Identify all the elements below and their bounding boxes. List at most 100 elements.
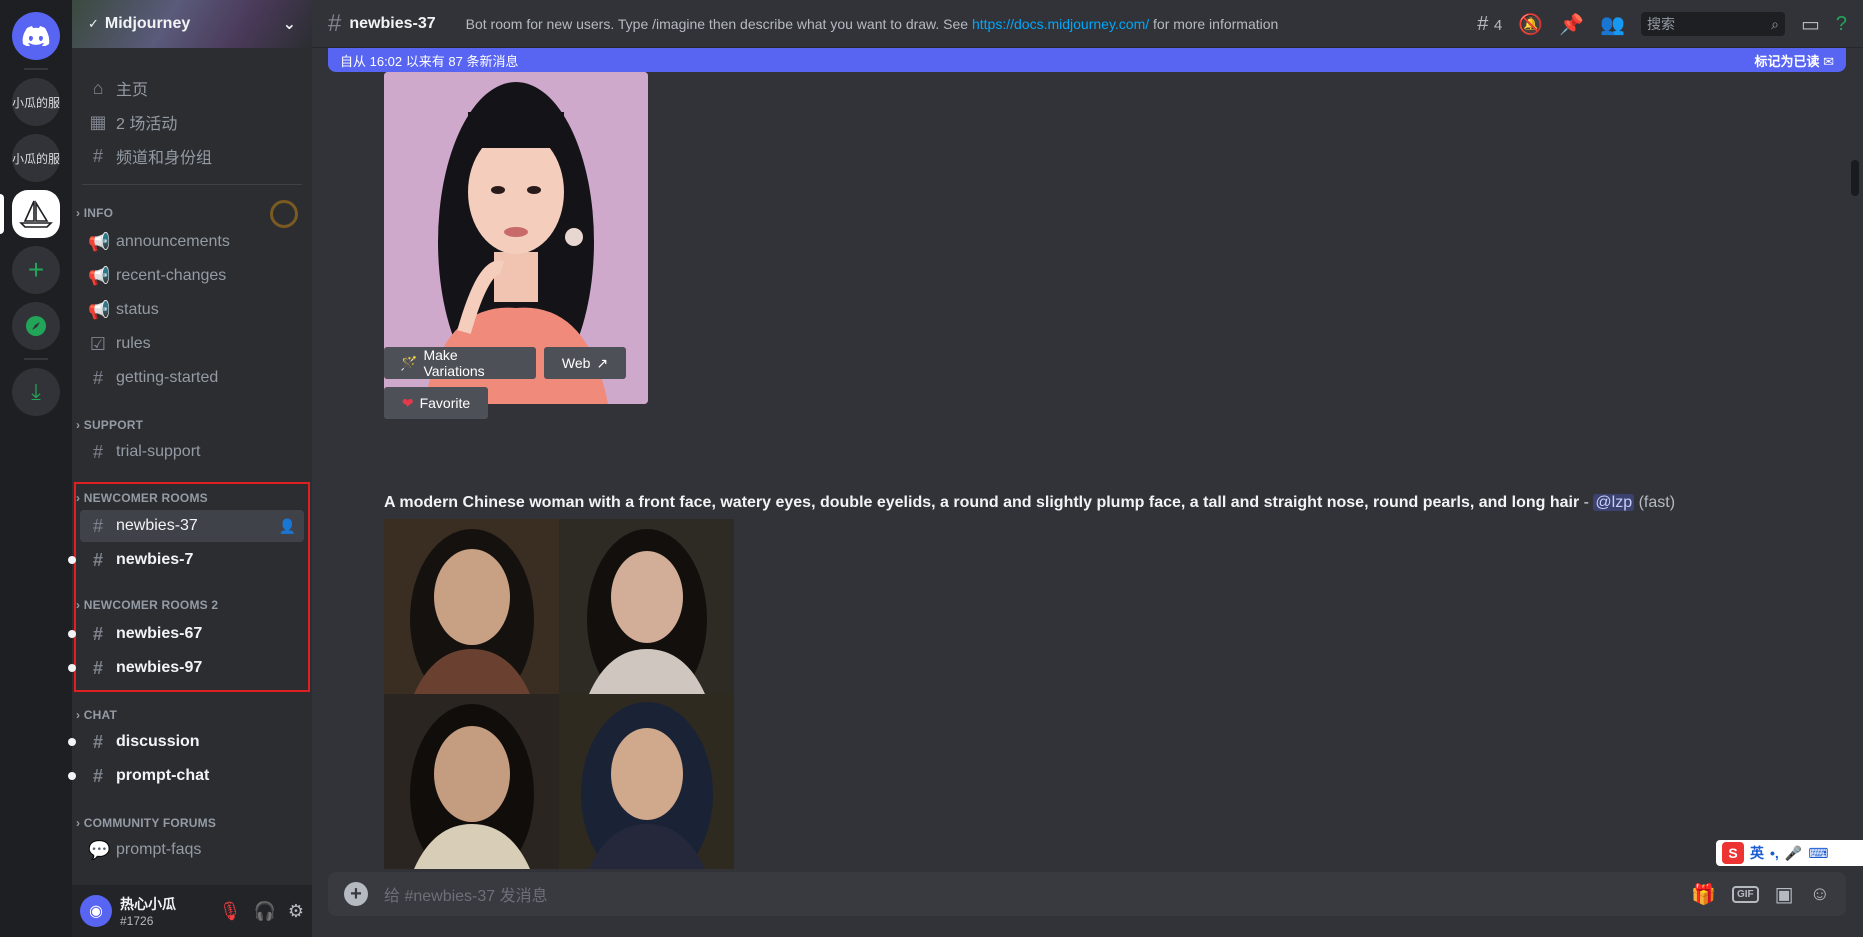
discord-home-icon[interactable] [12, 12, 60, 60]
topic-link[interactable]: https://docs.midjourney.com/ [972, 16, 1149, 32]
sogou-logo-icon: S [1722, 842, 1744, 864]
threads-button[interactable]: # 4 [1477, 13, 1502, 36]
server-xiaogua-1[interactable]: 小瓜的服 [12, 78, 60, 126]
channel-discussion[interactable]: # discussion [80, 726, 304, 758]
headphones-icon[interactable]: 🎧 [253, 901, 275, 922]
emoji-icon[interactable]: ☺ [1810, 883, 1830, 906]
grid-image-3[interactable] [384, 694, 559, 869]
gift-icon[interactable]: 🎁 [1691, 882, 1716, 907]
channel-label: announcements [116, 233, 230, 250]
selected-server-indicator [0, 194, 4, 234]
channel-trial-support[interactable]: # trial-support [80, 436, 304, 468]
home-icon: ⌂ [92, 77, 104, 98]
category-chat[interactable]: › CHAT [76, 708, 117, 722]
rail-divider [24, 68, 48, 70]
search-icon: ⌕ [1771, 15, 1779, 32]
channel-prompt-chat[interactable]: # prompt-chat [80, 760, 304, 792]
category-support[interactable]: › SUPPORT [76, 418, 143, 432]
add-server-icon[interactable]: + [12, 246, 60, 294]
channel-recent-changes[interactable]: 📢 recent-changes [80, 260, 304, 292]
category-newcomer-rooms-2[interactable]: › NEWCOMER ROOMS 2 [76, 598, 218, 612]
grid-image-2[interactable] [559, 519, 734, 694]
server-midjourney[interactable] [12, 190, 60, 238]
channel-newbies-67[interactable]: # newbies-67 [80, 618, 304, 650]
web-button[interactable]: Web ↗ [544, 347, 626, 379]
channel-label: discussion [116, 733, 200, 750]
loading-ring-icon [270, 200, 298, 228]
message-scrollbar[interactable] [1851, 160, 1859, 196]
forum-icon: 💬 [88, 839, 111, 860]
guild-header[interactable]: ✓ Midjourney ⌄ [72, 0, 312, 48]
channel-announcements[interactable]: 📢 announcements [80, 226, 304, 258]
channel-label: trial-support [116, 443, 201, 460]
ime-toolbar[interactable]: S 英 •, 🎤 ⌨ [1716, 840, 1863, 866]
category-info[interactable]: › INFO [76, 206, 113, 220]
channel-getting-started[interactable]: # getting-started [80, 362, 304, 394]
server-label: 小瓜的服 [12, 95, 60, 110]
explore-compass-icon[interactable] [12, 302, 60, 350]
download-icon[interactable]: ⤓ [12, 368, 60, 416]
channel-newbies-37[interactable]: # newbies-37 👤 [80, 510, 304, 542]
grid-image-1[interactable] [384, 519, 559, 694]
search-input[interactable]: 搜索 ⌕ [1640, 12, 1785, 36]
unread-indicator [68, 630, 76, 638]
favorite-button[interactable]: ❤ Favorite [384, 387, 488, 419]
punctuation-icon[interactable]: •, [1770, 845, 1779, 861]
channel-status[interactable]: 📢 status [80, 294, 304, 326]
gear-icon[interactable]: ⚙ [288, 901, 304, 922]
unread-indicator [68, 664, 76, 672]
nav-channels-roles[interactable]: # 频道和身份组 [80, 140, 304, 172]
server-xiaogua-2[interactable]: 小瓜的服 [12, 134, 60, 182]
chevron-down-icon: ⌄ [282, 16, 296, 33]
server-label: 小瓜的服 [12, 151, 60, 166]
notification-muted-icon[interactable]: 🔕 [1518, 12, 1543, 37]
hash-icon: # [92, 367, 103, 388]
grid-image-4[interactable] [559, 694, 734, 869]
category-newcomer-rooms[interactable]: › NEWCOMER ROOMS [76, 491, 208, 505]
mic-muted-icon[interactable]: 🎙 [219, 901, 242, 922]
unread-indicator [68, 772, 76, 780]
username: 热心小瓜 [120, 896, 176, 912]
make-variations-button[interactable]: 🪄 Make Variations [384, 347, 536, 379]
channel-rules[interactable]: ☑ rules [80, 328, 304, 360]
inbox-icon[interactable]: ▭ [1801, 12, 1820, 37]
channel-prompt-faqs[interactable]: 💬 prompt-faqs [80, 834, 304, 866]
user-mention[interactable]: @lzp [1593, 494, 1635, 511]
mark-as-read-button[interactable]: 标记为已读 ✉ [1754, 51, 1834, 70]
channel-newbies-97[interactable]: # newbies-97 [80, 652, 304, 684]
channel-label: prompt-faqs [116, 841, 202, 858]
category-label: SUPPORT [83, 418, 144, 432]
help-icon[interactable]: ? [1836, 13, 1847, 36]
channel-topic[interactable]: Bot room for new users. Type /imagine th… [466, 16, 1279, 32]
message-input[interactable]: 给 #newbies-37 发消息 [384, 882, 548, 906]
category-label: NEWCOMER ROOMS [83, 491, 208, 505]
keyboard-icon[interactable]: ⌨ [1808, 845, 1828, 862]
channel-label: getting-started [116, 369, 219, 386]
ime-language[interactable]: 英 [1750, 843, 1764, 863]
channel-label: prompt-chat [116, 767, 210, 784]
member-list-icon[interactable]: 👥 [1600, 12, 1625, 37]
sticker-icon[interactable]: ▣ [1775, 882, 1794, 907]
generated-image-grid[interactable] [384, 519, 734, 869]
new-messages-bar[interactable]: 自从 16:02 以来有 87 条新消息 标记为已读 ✉ [328, 48, 1846, 72]
upload-plus-icon[interactable]: + [344, 882, 368, 906]
message-list: 🪄 Make Variations Web ↗ ❤ Favorite A modern… [312, 72, 1849, 872]
channel-label: recent-changes [116, 267, 227, 284]
gif-button[interactable]: GIF [1732, 885, 1759, 903]
pin-icon[interactable]: 📌 [1559, 12, 1584, 37]
channel-title: newbies-37 [349, 14, 436, 32]
verified-check-icon: ✓ [88, 16, 99, 31]
channel-newbies-7[interactable]: # newbies-7 [80, 544, 304, 576]
microphone-icon[interactable]: 🎤 [1785, 845, 1802, 862]
category-community-forums[interactable]: › COMMUNITY FORUMS [76, 816, 216, 830]
user-info[interactable]: 热心小瓜 #1726 [120, 894, 176, 928]
nav-events[interactable]: ▦ 2 场活动 [80, 106, 304, 138]
button-label: Make Variations [423, 347, 485, 379]
megaphone-icon: 📢 [88, 265, 111, 286]
nav-home[interactable]: ⌂ 主页 [80, 72, 304, 104]
invite-member-icon[interactable]: 👤 [279, 518, 296, 535]
message-content: A modern Chinese woman with a front face… [384, 494, 1675, 512]
sidebar-divider [82, 184, 302, 185]
avatar[interactable]: ◉ [80, 895, 112, 927]
topic-text: for more information [1149, 15, 1279, 32]
